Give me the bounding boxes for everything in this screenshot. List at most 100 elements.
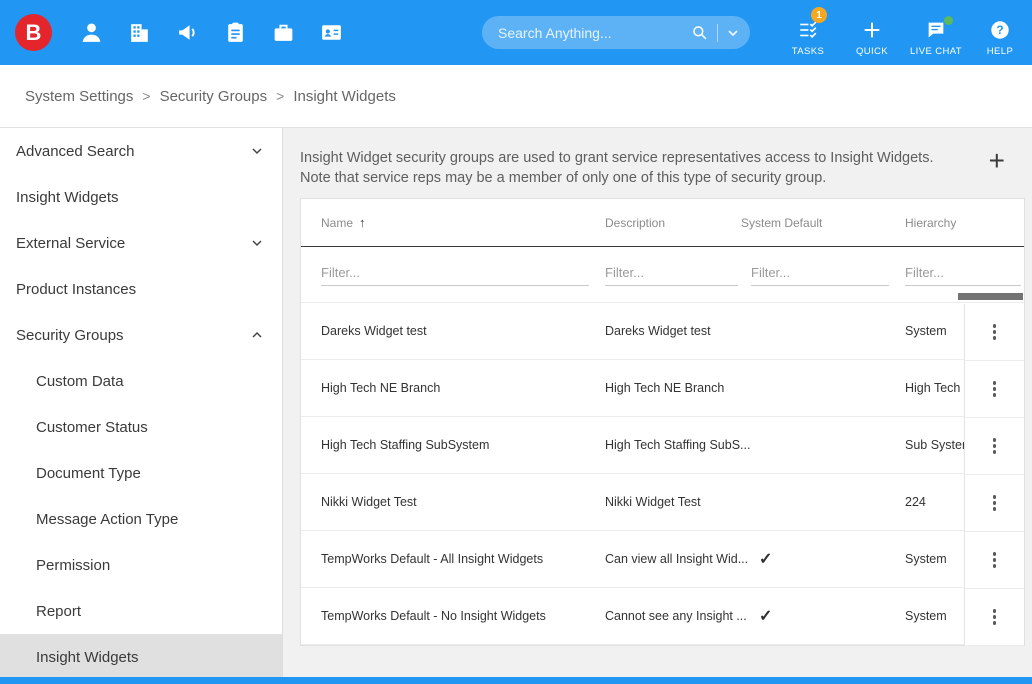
action-label: HELP — [986, 46, 1014, 57]
name-cell: TempWorks Default - No Insight Widgets — [321, 609, 546, 623]
kebab-menu-icon — [992, 438, 997, 454]
table-row[interactable]: High Tech NE Branch High Tech NE Branch Hi… — [301, 360, 1024, 417]
column-header-label: System Default — [741, 215, 823, 230]
filter-input-hierarchy[interactable] — [905, 263, 1021, 286]
table-header-row: Name ↑ Description System Default Hierarchy — [301, 199, 1024, 247]
sidebar-subitem-custom-data[interactable]: Custom Data — [0, 358, 282, 404]
sidebar-subitem-permission[interactable]: Permission — [0, 542, 282, 588]
action-label: TASKS — [791, 46, 825, 57]
sidebar-item-product-instances[interactable]: Product Instances — [0, 266, 282, 312]
checkmark-icon: ✓ — [759, 551, 773, 568]
table-row[interactable]: Dareks Widget test Dareks Widget test Syst… — [301, 303, 1024, 360]
bottom-accent-bar — [0, 677, 1032, 684]
filter-input-description[interactable] — [605, 263, 738, 286]
megaphone-icon[interactable] — [175, 20, 200, 45]
sort-ascending-icon: ↑ — [359, 215, 366, 230]
sidebar-item-security-groups[interactable]: Security Groups — [0, 312, 282, 358]
table-row[interactable]: TempWorks Default - No Insight Widgets Ca… — [301, 588, 1024, 645]
column-header-label: Hierarchy — [905, 215, 957, 230]
add-security-group-button[interactable]: + — [985, 147, 1009, 175]
description-row: Insight Widget security groups are used … — [300, 147, 1025, 188]
tasks-button[interactable]: 1 TASKS — [776, 7, 840, 57]
online-status-dot — [944, 16, 953, 25]
column-header-label: Description — [605, 215, 666, 230]
breadcrumb-item-system-settings[interactable]: System Settings — [25, 88, 133, 105]
sidebar-item-external-service[interactable]: External Service — [0, 220, 282, 266]
main-panel: Insight Widget security groups are used … — [283, 128, 1032, 684]
column-header-hierarchy[interactable]: Hierarchy — [905, 216, 1024, 230]
clipboard-icon[interactable] — [223, 20, 248, 45]
breadcrumb-item-insight-widgets: Insight Widgets — [293, 87, 396, 105]
description-cell: High Tech NE Branch — [605, 381, 725, 395]
name-cell: Dareks Widget test — [321, 324, 427, 338]
row-menu-button[interactable] — [965, 475, 1024, 532]
search-chevron-down-icon[interactable] — [726, 26, 740, 40]
sidebar-item-label: Permission — [36, 556, 111, 574]
filter-input-name[interactable] — [321, 263, 589, 286]
table-row[interactable]: Nikki Widget Test Nikki Widget Test 224 — [301, 474, 1024, 531]
global-search — [482, 16, 750, 49]
content-body: Advanced Search Insight Widgets External S… — [0, 128, 1032, 684]
kebab-menu-icon — [992, 495, 997, 511]
company-icon[interactable] — [127, 20, 152, 45]
app-window: B 1 TASKS QUICK LIVE CHAT? HELP System Setti… — [0, 0, 1032, 684]
name-cell: Nikki Widget Test — [321, 495, 417, 509]
beyond-logo[interactable]: B — [15, 14, 52, 51]
sidebar-item-label: External Service — [16, 234, 126, 252]
top-bar: B 1 TASKS QUICK LIVE CHAT? HELP — [0, 0, 1032, 65]
sidebar-item-label: Custom Data — [36, 372, 124, 390]
sidebar-item-label: Insight Widgets — [36, 648, 139, 666]
table-row[interactable]: High Tech Staffing SubSystem High Tech St… — [301, 417, 1024, 474]
column-header-system-default[interactable]: System Default — [741, 216, 905, 230]
filter-input-system-default[interactable] — [751, 263, 889, 286]
row-menu-button[interactable] — [965, 361, 1024, 418]
live-chat-button[interactable]: LIVE CHAT — [904, 9, 968, 57]
sidebar-subitem-message-action-type[interactable]: Message Action Type — [0, 496, 282, 542]
sidebar-item-label: Insight Widgets — [16, 188, 119, 206]
kebab-menu-icon — [992, 324, 997, 340]
sidebar-subitem-insight-widgets[interactable]: Insight Widgets — [0, 634, 282, 680]
employee-icon[interactable] — [79, 20, 104, 45]
quick-button[interactable]: QUICK — [840, 9, 904, 57]
header-nav-icons — [79, 20, 344, 45]
table-filter-row — [301, 247, 1024, 303]
breadcrumb-separator: > — [276, 88, 285, 104]
help-icon: ? — [989, 19, 1011, 41]
action-label: QUICK — [855, 46, 889, 57]
sidebar-subitem-report[interactable]: Report — [0, 588, 282, 634]
table-scrollbar-thumb[interactable] — [958, 293, 1023, 300]
system-default-cell: ✓ — [741, 549, 905, 569]
column-header-name[interactable]: Name ↑ — [301, 215, 605, 230]
row-menu-button[interactable] — [965, 304, 1024, 361]
contact-card-icon[interactable] — [319, 20, 344, 45]
chevron-down-icon — [250, 144, 264, 158]
description-cell: Can view all Insight Wid... — [605, 552, 749, 566]
column-header-description[interactable]: Description — [605, 216, 741, 230]
sidebar-item-label: Message Action Type — [36, 510, 179, 528]
kebab-menu-icon — [992, 609, 997, 625]
breadcrumb-item-security-groups[interactable]: Security Groups — [160, 88, 268, 105]
logo-letter: B — [25, 19, 42, 45]
sidebar-subitem-document-type[interactable]: Document Type — [0, 450, 282, 496]
row-menu-button[interactable] — [965, 418, 1024, 475]
name-cell: High Tech NE Branch — [321, 381, 441, 395]
sidebar-item-label: Product Instances — [16, 280, 137, 298]
sidebar-item-advanced-search[interactable]: Advanced Search — [0, 128, 282, 174]
breadcrumb-separator: > — [142, 88, 151, 104]
row-menu-button[interactable] — [965, 589, 1024, 646]
help-button[interactable]: ? HELP — [968, 9, 1032, 57]
action-label: LIVE CHAT — [910, 46, 962, 57]
table-columns-area: Name ↑ Description System Default Hierarchy D… — [301, 199, 1024, 645]
table-row[interactable]: TempWorks Default - All Insight Widgets C… — [301, 531, 1024, 588]
chevron-up-icon — [250, 328, 264, 342]
search-icon[interactable] — [690, 23, 709, 42]
sidebar-subitem-customer-status[interactable]: Customer Status — [0, 404, 282, 450]
sidebar-item-insight-widgets[interactable]: Insight Widgets — [0, 174, 282, 220]
checkmark-icon: ✓ — [759, 608, 773, 625]
briefcase-icon[interactable] — [271, 20, 296, 45]
row-menu-button[interactable] — [965, 532, 1024, 589]
kebab-menu-icon — [992, 552, 997, 568]
description-cell: Nikki Widget Test — [605, 495, 701, 509]
search-input[interactable] — [498, 24, 690, 41]
filter-cell — [301, 263, 605, 286]
